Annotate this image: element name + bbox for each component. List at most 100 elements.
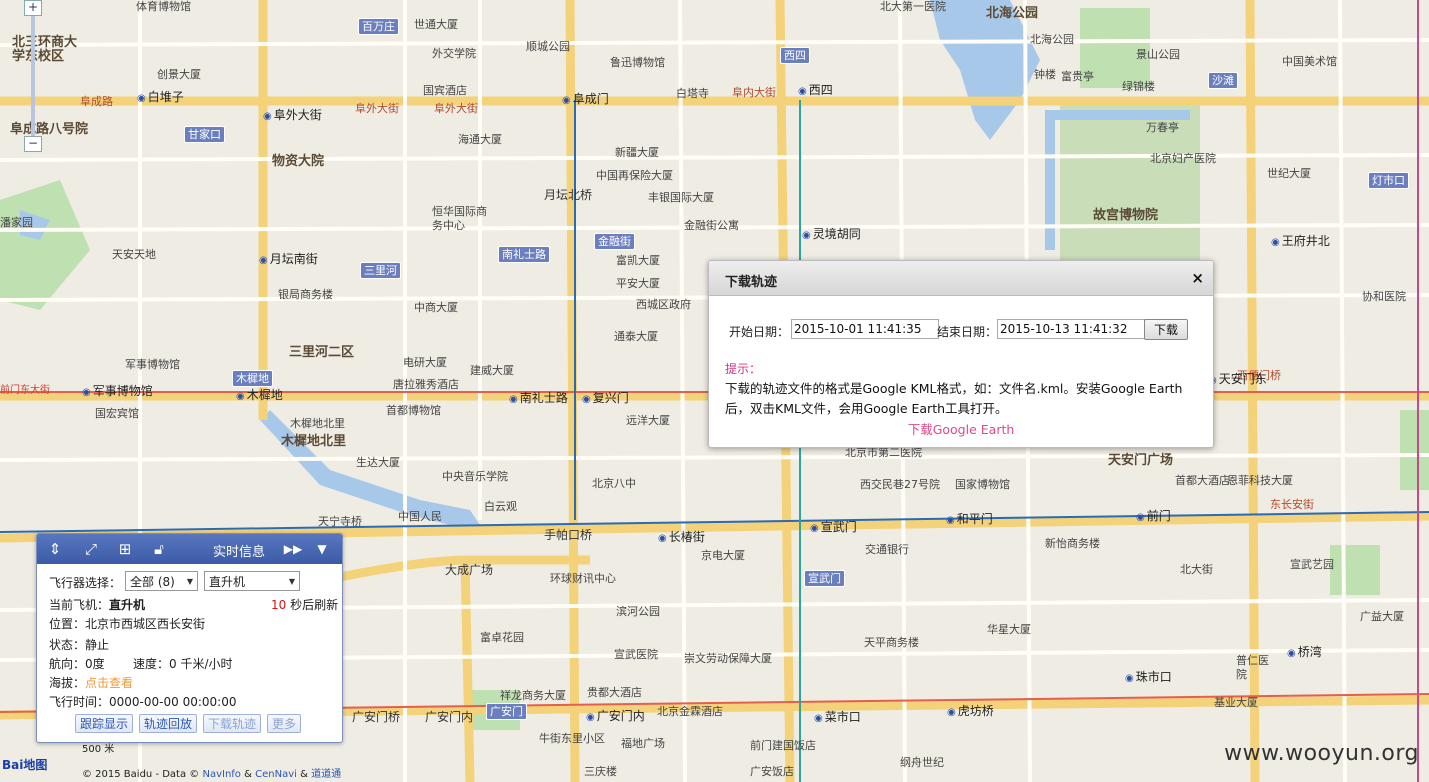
park-west bbox=[0, 180, 90, 310]
unlock-icon[interactable]: 🔓︎ bbox=[149, 539, 169, 559]
subway-station[interactable]: 菜市口 bbox=[814, 710, 861, 726]
station-badge[interactable]: 百万庄 bbox=[358, 18, 399, 35]
type-select[interactable]: 直升机 ▼ bbox=[204, 571, 300, 591]
poi-label: 远洋大厦 bbox=[626, 414, 670, 427]
poi-label: 富贵亭 bbox=[1061, 70, 1094, 83]
subway-station[interactable]: 桥湾 bbox=[1287, 645, 1322, 661]
poi-label: 月坛南街 bbox=[259, 252, 318, 268]
more-button[interactable]: 更多 bbox=[267, 714, 302, 733]
station-badge[interactable]: 木樨地 bbox=[232, 370, 273, 387]
subway-station[interactable]: 长椿街 bbox=[658, 530, 705, 546]
subway-station[interactable]: 西四 bbox=[798, 83, 833, 99]
poi-label: 丰银国际大厦 bbox=[648, 191, 714, 204]
poi-label: 交通银行 bbox=[865, 543, 909, 556]
cennavi-link[interactable]: CenNavi bbox=[255, 769, 297, 780]
zoom-in-button[interactable]: + bbox=[24, 0, 42, 16]
subway-station[interactable]: 天安门东 bbox=[1208, 372, 1267, 388]
station-badge[interactable]: 南礼士路 bbox=[498, 246, 550, 263]
poi-label: 潘家园 bbox=[0, 216, 33, 229]
status-label: 状态： bbox=[49, 638, 86, 652]
station-badge[interactable]: 西四 bbox=[780, 47, 810, 64]
poi-label: 滨河公园 bbox=[616, 605, 660, 618]
station-badge[interactable]: 沙滩 bbox=[1208, 72, 1238, 89]
street-label: 月坛北桥 bbox=[544, 188, 593, 202]
subway-station[interactable]: 广安门内 bbox=[586, 709, 645, 725]
area-label: 木樨地北里 bbox=[281, 434, 347, 449]
street-label: 广安门内 bbox=[425, 710, 474, 724]
daodaotong-link[interactable]: 道道通 bbox=[311, 769, 341, 780]
station-badge[interactable]: 金融街 bbox=[594, 233, 635, 250]
amp: & bbox=[244, 769, 252, 780]
plus-icon[interactable]: ⊞ bbox=[115, 539, 135, 559]
poi-label: 鲁迅博物馆 bbox=[610, 56, 665, 69]
poi-label: 三庆楼 bbox=[584, 765, 617, 778]
subway-station[interactable]: 虎坊桥 bbox=[947, 704, 994, 720]
poi-label: 白塔寺 bbox=[676, 87, 709, 100]
copyright-text: © 2015 Baidu - Data © bbox=[82, 769, 200, 780]
poi-label: 大成广场 bbox=[445, 563, 494, 577]
status-value: 静止 bbox=[85, 638, 110, 652]
poi-label: 外交学院 bbox=[432, 47, 476, 60]
poi-label: 白堆子 bbox=[137, 90, 184, 106]
altitude-link[interactable]: 点击查看 bbox=[85, 676, 133, 690]
zoom-slider-track[interactable] bbox=[31, 8, 35, 140]
poi-label: 北大第一医院 bbox=[880, 0, 946, 13]
poi-label: 华星大厦 bbox=[987, 623, 1031, 636]
poi-label: 前门建国饭店 bbox=[750, 739, 816, 752]
subway-station[interactable]: 南礼士路 bbox=[509, 391, 568, 407]
subway-station[interactable]: 阜外大街 bbox=[263, 108, 322, 124]
subway-station[interactable]: 前门 bbox=[1136, 509, 1171, 525]
track-playback-button[interactable]: 轨迹回放 bbox=[139, 714, 198, 733]
start-date-input[interactable] bbox=[791, 319, 939, 339]
poi-label: 北京妇产医院 bbox=[1150, 152, 1216, 165]
end-date-input[interactable] bbox=[997, 319, 1145, 339]
area-label: 物资大院 bbox=[272, 154, 325, 169]
station-badge[interactable]: 灯市口 bbox=[1368, 172, 1409, 189]
area-label: 三里河二区 bbox=[289, 345, 355, 360]
aircraft-select[interactable]: 全部 (8) ▼ bbox=[125, 571, 198, 591]
download-track-button[interactable]: 下载轨迹 bbox=[203, 714, 262, 733]
station-badge[interactable]: 三里河 bbox=[360, 262, 401, 279]
subway-station[interactable]: 和平门 bbox=[946, 512, 993, 528]
subway-station[interactable]: 宣武门 bbox=[810, 520, 857, 536]
poi-label: 西城区政府 bbox=[636, 298, 691, 311]
zoom-out-button[interactable]: − bbox=[24, 136, 42, 152]
subway-station[interactable]: 复兴门 bbox=[582, 391, 629, 407]
forward-icon[interactable]: ▶▶ bbox=[283, 539, 303, 559]
download-google-earth-link[interactable]: 下载Google Earth bbox=[709, 419, 1213, 438]
poi-label: 祥龙商务大厦 bbox=[500, 689, 566, 702]
poi-label: 唐拉雅秀酒店 bbox=[393, 378, 459, 391]
close-icon[interactable]: × bbox=[1191, 269, 1204, 287]
collapse-icon[interactable]: ▼ bbox=[312, 539, 332, 559]
type-select-value: 直升机 bbox=[209, 575, 246, 589]
subway-station[interactable]: 军事博物馆 bbox=[82, 384, 153, 400]
poi-label: 新疆大厦 bbox=[615, 146, 659, 159]
subway-station[interactable]: 木樨地 bbox=[236, 388, 283, 404]
poi-label: 北京八中 bbox=[592, 477, 636, 490]
poi-label: 基业大厦 bbox=[1214, 696, 1258, 709]
location-label: 位置： bbox=[49, 617, 86, 631]
baidu-map-logo[interactable]: Bai地图 bbox=[2, 756, 47, 773]
speed-label: 速度： bbox=[133, 657, 170, 671]
fullscreen-icon[interactable]: ⤢ bbox=[81, 539, 101, 559]
subway-station[interactable]: 阜成门 bbox=[562, 92, 609, 108]
dialog-header[interactable]: 下载轨迹 × bbox=[709, 261, 1213, 296]
map-scale: 500 米 bbox=[82, 744, 115, 755]
station-badge[interactable]: 宣武门 bbox=[804, 570, 845, 587]
station-badge[interactable]: 广安门 bbox=[486, 703, 527, 720]
poi-label: 天安天地 bbox=[112, 248, 156, 261]
poi-label: 环球财讯中心 bbox=[550, 572, 616, 585]
subway-station[interactable]: 珠市口 bbox=[1125, 670, 1172, 686]
expand-vertical-icon[interactable]: ⇕ bbox=[45, 539, 65, 559]
poi-label: 中国人民 bbox=[398, 510, 442, 523]
aircraft-select-value: 全部 (8) bbox=[130, 575, 175, 589]
download-button[interactable]: 下载 bbox=[1144, 319, 1188, 340]
poi-label: 钟楼 bbox=[1034, 68, 1056, 81]
heading-value: 0度 bbox=[85, 657, 105, 671]
poi-label: 王府井北 bbox=[1271, 234, 1330, 250]
track-display-button[interactable]: 跟踪显示 bbox=[75, 714, 134, 733]
speed-value: 0 千米/小时 bbox=[169, 657, 233, 671]
tip-title: 提示： bbox=[725, 362, 762, 376]
station-badge[interactable]: 甘家口 bbox=[184, 126, 225, 143]
navinfo-link[interactable]: NavInfo bbox=[202, 769, 240, 780]
